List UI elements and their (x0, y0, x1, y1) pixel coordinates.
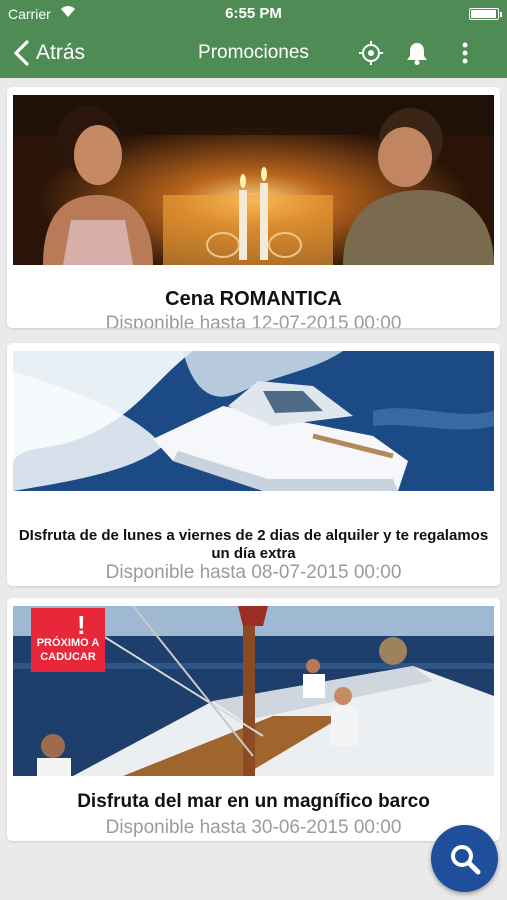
back-button[interactable]: Atrás (12, 38, 85, 68)
promotion-availability: Disponible hasta 08-07-2015 00:00 (105, 562, 402, 583)
exclamation-icon: ! (77, 610, 86, 640)
notifications-button[interactable] (404, 40, 430, 66)
battery-fill (471, 10, 496, 18)
promotion-availability: Disponible hasta 12-07-2015 00:00 (105, 313, 402, 328)
promotion-title: DIsfruta de de lunes a viernes de 2 dias… (18, 527, 489, 562)
battery-icon (469, 8, 502, 20)
more-vertical-icon (462, 42, 468, 64)
promotion-card[interactable]: Cena ROMANTICA Disponible hasta 12-07-20… (7, 87, 500, 328)
search-button[interactable] (431, 825, 498, 892)
status-time: 6:55 PM (225, 5, 282, 22)
search-icon (450, 844, 480, 874)
promotion-image-speedboat (13, 351, 494, 491)
back-label: Atrás (36, 41, 86, 64)
chevron-left-icon (14, 40, 29, 66)
badge-label: PRÓXIMO A CADUCAR (36, 637, 100, 663)
status-bar: Carrier 6:55 PM (0, 0, 507, 28)
location-button[interactable] (358, 40, 384, 66)
crosshair-location-icon (359, 41, 383, 65)
promotion-title: Disfruta del mar en un magnífico barco (77, 791, 430, 812)
promotion-availability: Disponible hasta 30-06-2015 00:00 (105, 817, 402, 838)
promotion-card[interactable]: DIsfruta de de lunes a viernes de 2 dias… (7, 343, 500, 586)
more-options-button[interactable] (452, 40, 478, 66)
promotion-card[interactable]: ! PRÓXIMO A CADUCAR Disfruta del mar en … (7, 598, 500, 841)
bell-icon (407, 43, 427, 65)
promotion-image-romantic-dinner (13, 95, 494, 265)
promotion-title: Cena ROMANTICA (165, 288, 342, 310)
expiring-soon-badge: ! PRÓXIMO A CADUCAR (31, 608, 105, 672)
navigation-bar: Atrás Promociones (0, 28, 507, 78)
promotion-image-sailboat: ! PRÓXIMO A CADUCAR (13, 606, 494, 776)
